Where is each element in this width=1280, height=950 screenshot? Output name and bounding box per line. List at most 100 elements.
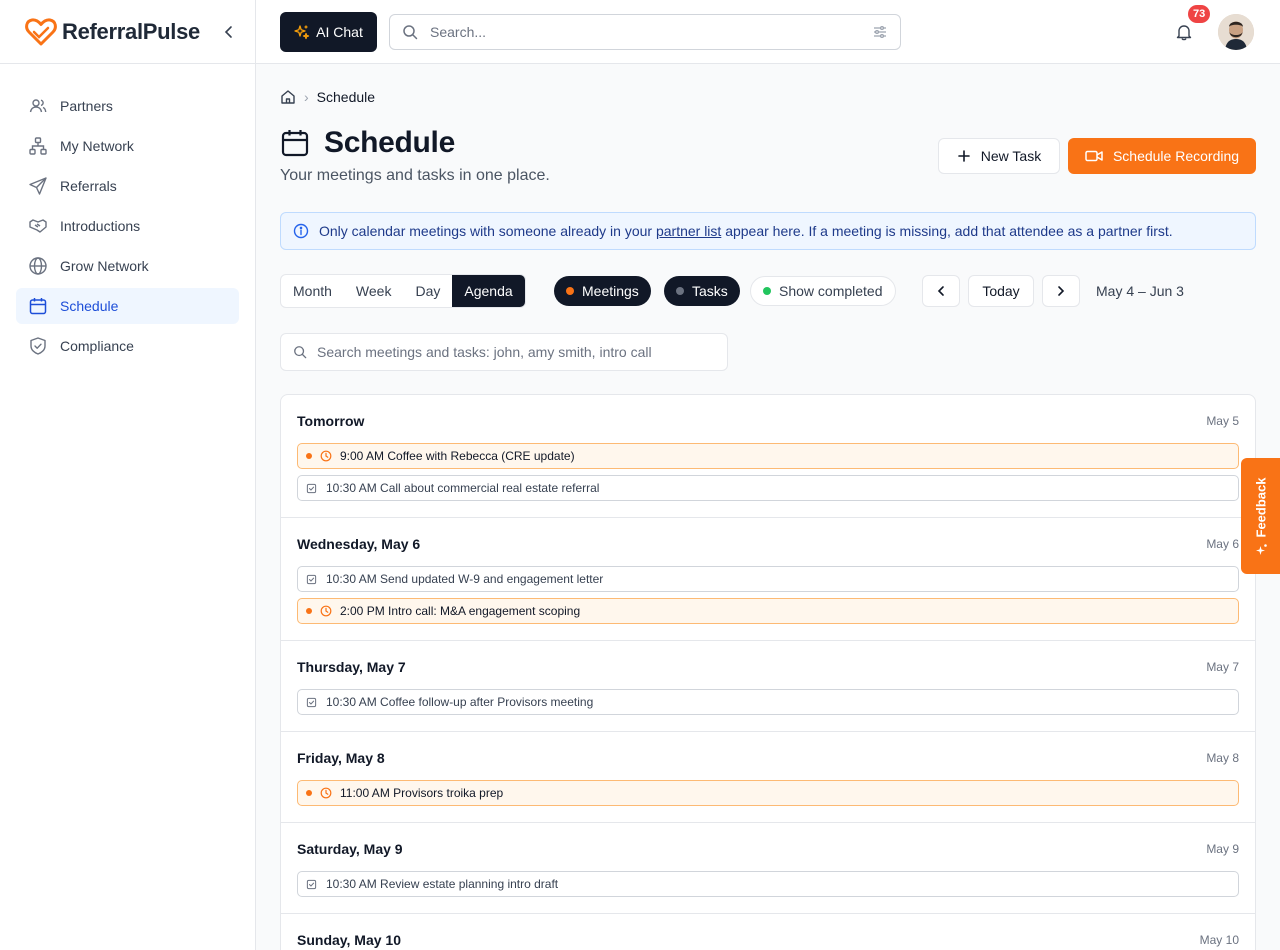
page-title-row: Schedule [280,126,455,160]
notifications-button[interactable] [1172,20,1196,44]
main-content: › Schedule Schedule Your meetings and ta… [256,64,1280,950]
meeting-event[interactable]: 11:00 AM Provisors troika prep [297,780,1239,806]
breadcrumb: › Schedule [280,89,375,105]
feedback-tab[interactable]: Feedback [1241,458,1280,574]
new-task-button[interactable]: New Task [938,138,1060,174]
show-completed-label: Show completed [779,283,883,299]
view-month-button[interactable]: Month [281,275,344,307]
agenda-day-header: Wednesday, May 6 May 6 [297,534,1239,554]
agenda-day-header: Tomorrow May 5 [297,411,1239,431]
task-event[interactable]: 10:30 AM Review estate planning intro dr… [297,871,1239,897]
info-icon [293,223,309,239]
meeting-dot [306,790,312,796]
agenda-day-header: Sunday, May 10 May 10 [297,930,1239,950]
sidebar-item-label: Referrals [60,178,117,194]
agenda-day: Thursday, May 7 May 7 10:30 AM Coffee foll… [281,641,1255,732]
clock-icon [320,450,332,462]
agenda-day-header: Friday, May 8 May 8 [297,748,1239,768]
agenda-day-title: Sunday, May 10 [297,932,402,948]
referralpulse-logo-icon[interactable] [24,15,58,49]
agenda-search-placeholder: Search meetings and tasks: john, amy smi… [317,344,652,360]
checkbox-icon [306,878,318,890]
global-search-input[interactable]: Search... [389,14,901,50]
agenda-list: Tomorrow May 5 9:00 AM Coffee with Rebecca… [280,394,1256,950]
breadcrumb-current: Schedule [316,89,376,105]
plus-icon [957,150,970,162]
search-icon [403,25,418,40]
agenda-day-date: May 7 [1206,660,1239,674]
task-event[interactable]: 10:30 AM Coffee follow-up after Provisor… [297,689,1239,715]
agenda-day-date: May 9 [1206,842,1239,856]
sidebar: ReferralPulse Partners My Network Referr… [0,0,256,950]
schedule-recording-button[interactable]: Schedule Recording [1068,138,1256,174]
sidebar-item-introductions[interactable]: Introductions [16,208,239,244]
sidebar-item-label: My Network [60,138,134,154]
meetings-filter-toggle[interactable]: Meetings [554,276,651,306]
tasks-filter-toggle[interactable]: Tasks [664,276,740,306]
agenda-day-header: Thursday, May 7 May 7 [297,657,1239,677]
previous-range-button[interactable] [922,275,960,307]
clock-icon [320,605,332,617]
sparkle-icon [1255,543,1266,555]
view-agenda-button[interactable]: Agenda [452,275,525,307]
sidebar-item-schedule[interactable]: Schedule [16,288,239,324]
event-text: 10:30 AM Call about commercial real esta… [326,481,600,495]
agenda-day-date: May 5 [1206,414,1239,428]
partner-list-link[interactable]: partner list [656,223,721,239]
meeting-event[interactable]: 9:00 AM Coffee with Rebecca (CRE update) [297,443,1239,469]
shield-check-icon [30,337,46,355]
agenda-day-title: Saturday, May 9 [297,841,403,857]
calendar-icon [281,130,309,157]
checkbox-icon [306,482,318,494]
users-icon [29,99,47,113]
banner-text-after: appear here. If a meeting is missing, ad… [721,223,1173,239]
info-banner: Only calendar meetings with someone alre… [280,212,1256,250]
sidebar-item-label: Grow Network [60,258,149,274]
sidebar-item-grow-network[interactable]: Grow Network [16,248,239,284]
chevron-left-icon [224,26,232,38]
sidebar-item-label: Compliance [60,338,134,354]
event-text: 10:30 AM Review estate planning intro dr… [326,877,559,891]
completed-dot [763,287,771,295]
ai-chat-button[interactable]: AI Chat [280,12,377,52]
home-icon[interactable] [280,89,296,105]
today-button[interactable]: Today [968,275,1034,307]
video-icon [1085,150,1103,162]
agenda-day-title: Thursday, May 7 [297,659,406,675]
sidebar-item-label: Partners [60,98,113,114]
sparkles-icon [294,25,310,40]
sidebar-item-my-network[interactable]: My Network [16,128,239,164]
globe-icon [29,257,47,275]
handshake-icon [29,219,47,233]
banner-text-before: Only calendar meetings with someone alre… [319,223,656,239]
sidebar-item-compliance[interactable]: Compliance [16,328,239,364]
view-week-button[interactable]: Week [344,275,404,307]
top-bar: AI Chat Search... 73 [256,0,1280,64]
show-completed-toggle[interactable]: Show completed [750,276,896,306]
sidebar-item-partners[interactable]: Partners [16,88,239,124]
brand-name[interactable]: ReferralPulse [62,19,200,45]
task-event[interactable]: 10:30 AM Call about commercial real esta… [297,475,1239,501]
notification-count-badge: 73 [1188,5,1211,23]
event-text: 2:00 PM Intro call: M&A engagement scopi… [340,604,581,618]
agenda-day: Sunday, May 10 May 10 [281,914,1255,950]
meeting-event[interactable]: 2:00 PM Intro call: M&A engagement scopi… [297,598,1239,624]
date-range-label: May 4 – Jun 3 [1096,283,1184,299]
agenda-day: Wednesday, May 6 May 6 10:30 AM Send updat… [281,518,1255,641]
user-avatar[interactable] [1218,14,1254,50]
sidebar-item-referrals[interactable]: Referrals [16,168,239,204]
meeting-dot [306,608,312,614]
agenda-search-input[interactable]: Search meetings and tasks: john, amy smi… [280,333,728,371]
event-text: 10:30 AM Send updated W-9 and engagement… [326,572,604,586]
tasks-dot [676,287,684,295]
collapse-sidebar-button[interactable] [219,22,239,42]
next-range-button[interactable] [1042,275,1080,307]
sliders-icon[interactable] [872,24,888,40]
task-event[interactable]: 10:30 AM Send updated W-9 and engagement… [297,566,1239,592]
agenda-day-date: May 10 [1199,933,1239,947]
send-icon [29,177,47,195]
ai-chat-label: AI Chat [316,24,363,40]
view-day-button[interactable]: Day [403,275,452,307]
agenda-day: Friday, May 8 May 8 11:00 AM Provisors tro… [281,732,1255,823]
chevron-right-icon: › [304,89,309,105]
